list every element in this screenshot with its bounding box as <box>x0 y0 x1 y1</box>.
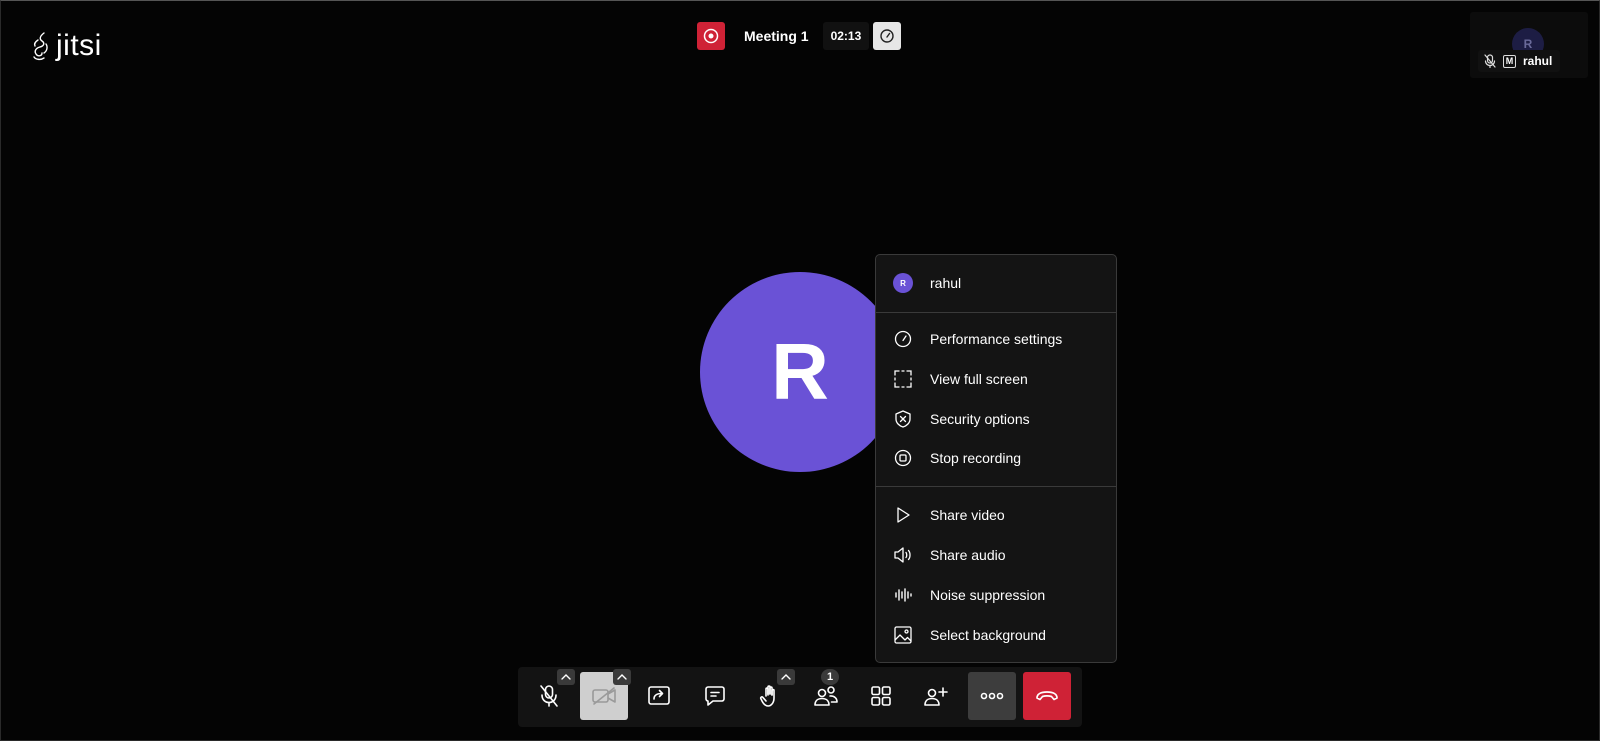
chevron-up-icon <box>561 674 571 680</box>
microphone-muted-icon <box>1484 54 1496 68</box>
more-icon <box>980 692 1004 700</box>
screen-share-button[interactable] <box>635 672 683 720</box>
invite-icon <box>924 687 948 706</box>
menu-item-noise-suppression[interactable]: Noise suppression <box>876 576 1116 614</box>
image-icon <box>893 625 913 645</box>
menu-profile[interactable]: R rahul <box>876 264 1116 302</box>
participants-count-badge: 1 <box>821 669 839 685</box>
menu-item-share-audio[interactable]: Share audio <box>876 536 1116 574</box>
hangup-button[interactable] <box>1023 672 1071 720</box>
speedometer-icon[interactable] <box>873 22 902 50</box>
jitsi-logo: jitsi <box>30 30 102 62</box>
menu-item-label: Stop recording <box>930 450 1022 466</box>
thumbnail-name: rahul <box>1523 54 1553 68</box>
menu-item-label: Performance settings <box>930 331 1063 347</box>
menu-item-security-options[interactable]: Security options <box>876 400 1116 438</box>
menu-user-name: rahul <box>930 275 962 291</box>
meeting-timer: 02:13 <box>822 22 870 50</box>
play-icon <box>893 505 913 525</box>
meeting-title: Meeting 1 <box>744 28 809 44</box>
menu-divider <box>876 312 1116 313</box>
microphone-options-toggle[interactable] <box>557 669 575 685</box>
menu-item-label: Share video <box>930 507 1005 523</box>
menu-divider <box>876 486 1116 487</box>
fullscreen-icon <box>893 369 913 389</box>
screen-share-icon <box>648 686 670 705</box>
participant-avatar: R <box>700 272 900 472</box>
tile-view-button[interactable] <box>857 672 905 720</box>
participant-thumbnail[interactable]: R M rahul <box>1470 12 1588 78</box>
conference-toolbar: 1 <box>518 667 1082 727</box>
menu-item-view-full-screen[interactable]: View full screen <box>876 360 1116 398</box>
invite-button[interactable] <box>912 672 960 720</box>
speedometer-icon <box>893 329 913 349</box>
avatar-initial: R <box>771 327 829 416</box>
menu-item-label: Noise suppression <box>930 587 1046 603</box>
avatar: R <box>893 273 913 293</box>
menu-item-label: Security options <box>930 411 1030 427</box>
menu-item-select-background[interactable]: Select background <box>876 616 1116 654</box>
menu-item-label: Select background <box>930 627 1046 643</box>
reactions-toggle[interactable] <box>777 669 795 685</box>
record-icon[interactable] <box>697 22 725 50</box>
jitsi-logo-icon <box>33 32 48 61</box>
menu-item-stop-recording[interactable]: Stop recording <box>876 439 1116 477</box>
chat-button[interactable] <box>691 672 739 720</box>
raise-hand-icon <box>759 685 775 707</box>
more-actions-button[interactable] <box>968 672 1016 720</box>
conference-header: Meeting 1 02:13 <box>697 22 902 50</box>
moderator-badge: M <box>1503 54 1516 68</box>
chat-icon <box>705 686 725 706</box>
logo-text: jitsi <box>56 29 102 62</box>
menu-item-label: Share audio <box>930 547 1006 563</box>
tile-view-icon <box>871 686 891 706</box>
waveform-icon <box>893 585 913 605</box>
menu-item-share-video[interactable]: Share video <box>876 496 1116 534</box>
chevron-up-icon <box>781 674 791 680</box>
speaker-icon <box>893 545 913 565</box>
shield-icon <box>893 409 913 429</box>
participants-icon <box>814 686 838 706</box>
thumbnail-indicators: M rahul <box>1478 50 1561 72</box>
menu-item-performance-settings[interactable]: Performance settings <box>876 320 1116 358</box>
stop-recording-icon <box>893 448 913 468</box>
hangup-icon <box>1036 691 1058 701</box>
chevron-up-icon <box>617 674 627 680</box>
camera-off-icon <box>592 687 616 705</box>
camera-options-toggle[interactable] <box>613 669 631 685</box>
microphone-muted-icon <box>540 685 558 707</box>
menu-item-label: View full screen <box>930 371 1028 387</box>
overflow-menu: R rahul Performance settings View full s… <box>875 254 1117 663</box>
